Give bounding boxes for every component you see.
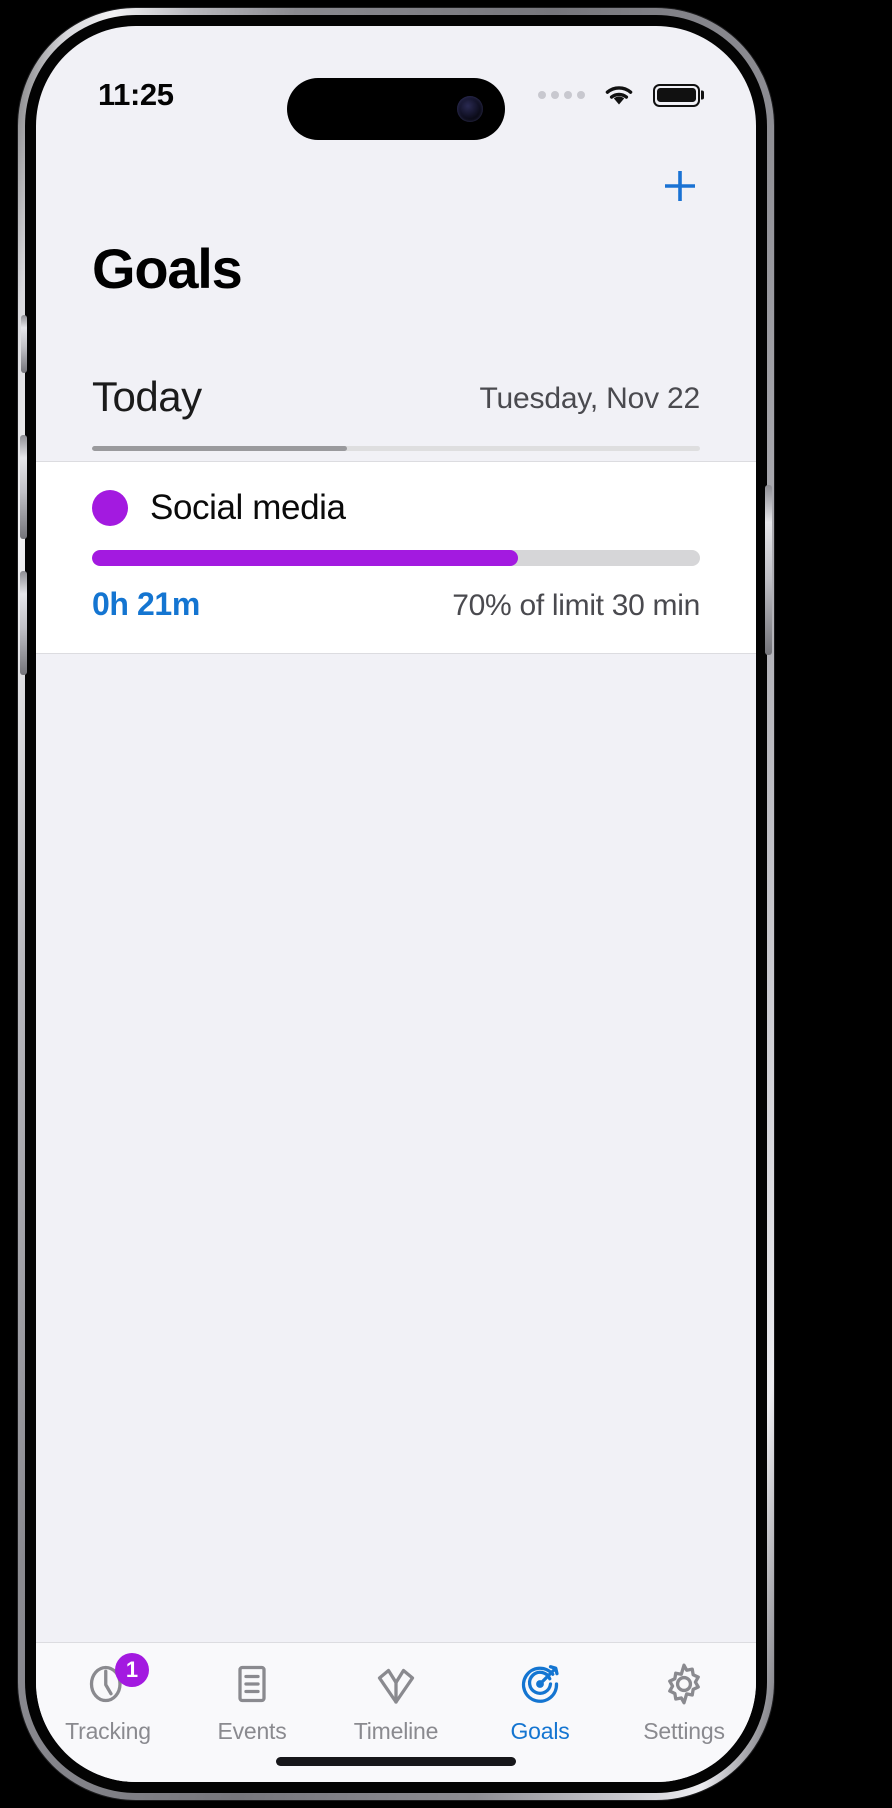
goal-name: Social media (150, 488, 346, 527)
wifi-icon (605, 85, 633, 104)
cellular-dots-icon (538, 91, 585, 99)
goal-progress-track (92, 550, 700, 566)
page-title: Goals (92, 237, 243, 300)
goal-header: Social media (92, 488, 700, 528)
goal-color-dot (92, 490, 128, 526)
power-button[interactable] (765, 485, 772, 655)
add-goal-button[interactable] (652, 158, 708, 214)
status-bar-indicators (538, 83, 704, 108)
phone-screen: 11:25 Goals Today Tuesday, Nov 22 Social… (36, 26, 756, 1782)
goal-card[interactable]: Social media 0h 21m 70% of limit 30 min (36, 462, 756, 654)
goal-list: Social media 0h 21m 70% of limit 30 min (36, 462, 756, 654)
goal-progress-fill (92, 550, 518, 566)
goal-elapsed-time: 0h 21m (92, 586, 200, 622)
dynamic-island[interactable] (287, 78, 505, 140)
goal-stats: 0h 21m 70% of limit 30 min (92, 586, 700, 623)
tab-tracking[interactable]: 1 Tracking (36, 1653, 180, 1745)
period-date: Tuesday, Nov 22 (479, 382, 701, 415)
tab-label: Events (217, 1718, 287, 1744)
front-camera-icon (457, 96, 483, 122)
battery-full-icon (653, 83, 704, 107)
tab-events[interactable]: Events (180, 1657, 324, 1745)
tab-label: Settings (643, 1718, 725, 1744)
silence-switch[interactable] (21, 315, 27, 373)
period-progress-track (92, 446, 700, 451)
goal-limit-text: 70% of limit 30 min (452, 589, 700, 622)
tab-goals[interactable]: Goals (468, 1657, 612, 1745)
document-icon (238, 1665, 266, 1703)
tab-label: Goals (510, 1718, 570, 1744)
tab-settings[interactable]: Settings (612, 1657, 756, 1745)
status-bar-time: 11:25 (98, 77, 174, 112)
target-icon (521, 1665, 559, 1703)
home-indicator[interactable] (276, 1757, 516, 1766)
volume-down-button[interactable] (20, 571, 27, 675)
tab-label: Timeline (353, 1718, 439, 1744)
gear-icon (668, 1663, 700, 1705)
nav-bar (36, 138, 756, 234)
tab-badge: 1 (115, 1653, 149, 1687)
tab-timeline[interactable]: Timeline (324, 1657, 468, 1745)
plus-icon (665, 171, 695, 201)
phone-frame: 11:25 Goals Today Tuesday, Nov 22 Social… (18, 8, 774, 1800)
period-progress-fill (92, 446, 348, 451)
period-selector[interactable]: Today Tuesday, Nov 22 (36, 376, 756, 418)
phone-body: 11:25 Goals Today Tuesday, Nov 22 Social… (20, 15, 772, 1793)
tab-icon-wrap (225, 1657, 279, 1711)
timeline-icon (377, 1668, 415, 1704)
volume-up-button[interactable] (20, 435, 27, 539)
tab-label: Tracking (65, 1718, 151, 1744)
tab-icon-wrap (657, 1657, 711, 1711)
tab-icon-wrap (513, 1657, 567, 1711)
period-label: Today (92, 373, 202, 420)
tab-icon-wrap: 1 (81, 1653, 149, 1711)
tab-icon-wrap (369, 1657, 423, 1711)
